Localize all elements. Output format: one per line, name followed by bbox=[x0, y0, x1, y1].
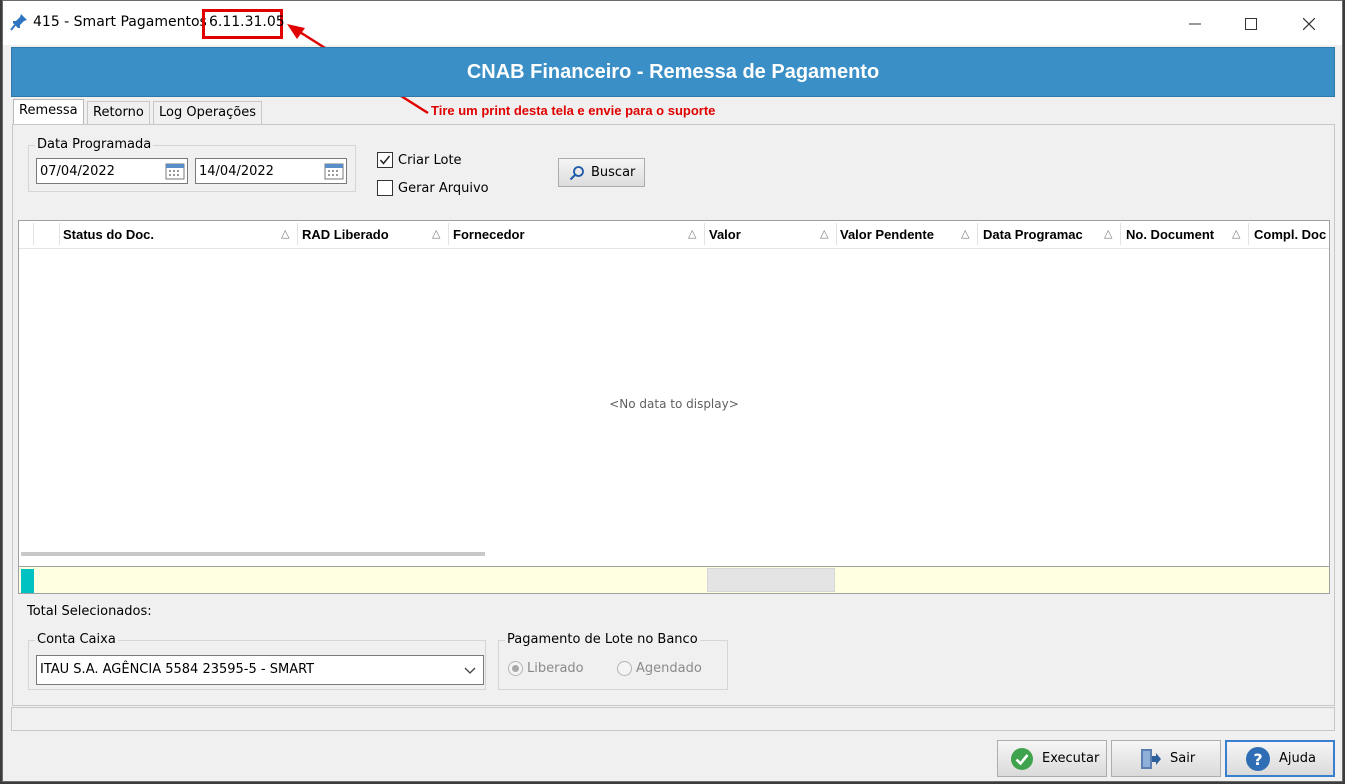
radio-liberado[interactable]: Liberado bbox=[508, 661, 584, 676]
exit-door-icon bbox=[1141, 748, 1161, 769]
buscar-label: Buscar bbox=[591, 165, 636, 180]
help-icon: ? bbox=[1246, 746, 1270, 771]
sort-icon: △ bbox=[432, 227, 441, 240]
footer-indicator bbox=[21, 569, 34, 593]
sort-icon: △ bbox=[1232, 227, 1241, 240]
radio-selected-icon bbox=[508, 661, 523, 676]
pin-icon bbox=[10, 14, 27, 31]
conta-caixa-label: Conta Caixa bbox=[35, 632, 118, 647]
executar-label: Executar bbox=[1042, 751, 1100, 766]
minimize-icon bbox=[1189, 23, 1201, 25]
date-to-value: 14/04/2022 bbox=[199, 164, 274, 179]
status-strip bbox=[11, 707, 1335, 731]
page-header-band: CNAB Financeiro - Remessa de Pagamento bbox=[11, 47, 1335, 97]
column-header-no-documento[interactable]: No. Document bbox=[1126, 227, 1226, 242]
pagamento-lote-label: Pagamento de Lote no Banco bbox=[505, 632, 700, 647]
footer-summary-cell bbox=[707, 568, 835, 592]
column-separator bbox=[1120, 223, 1121, 245]
column-separator bbox=[448, 223, 449, 245]
grid-footer-bar bbox=[18, 567, 1330, 594]
column-separator bbox=[977, 223, 978, 245]
ajuda-label: Ajuda bbox=[1279, 751, 1316, 766]
column-separator bbox=[836, 223, 837, 245]
column-header-rad-liberado[interactable]: RAD Liberado bbox=[302, 227, 432, 242]
maximize-icon bbox=[1245, 18, 1257, 30]
conta-caixa-select[interactable]: ITAU S.A. AGÊNCIA 5584 23595-5 - SMART bbox=[36, 655, 484, 685]
radio-agendado-label: Agendado bbox=[636, 661, 702, 676]
search-icon bbox=[569, 165, 584, 180]
grid-header: Status do Doc. △ RAD Liberado △ Forneced… bbox=[19, 221, 1329, 249]
page-title: CNAB Financeiro - Remessa de Pagamento bbox=[466, 60, 880, 83]
column-header-fornecedor[interactable]: Fornecedor bbox=[453, 227, 683, 242]
column-separator bbox=[33, 223, 34, 245]
buscar-button[interactable]: Buscar bbox=[558, 158, 645, 187]
data-programada-label: Data Programada bbox=[35, 137, 154, 152]
horizontal-scrollbar[interactable] bbox=[21, 552, 485, 556]
sort-icon: △ bbox=[1104, 227, 1113, 240]
conta-caixa-value: ITAU S.A. AGÊNCIA 5584 23595-5 - SMART bbox=[40, 662, 315, 677]
gerar-arquivo-label: Gerar Arquivo bbox=[398, 180, 489, 196]
date-to-field[interactable]: 14/04/2022 bbox=[195, 158, 347, 184]
tab-remessa[interactable]: Remessa bbox=[13, 99, 84, 125]
executar-button[interactable]: Executar bbox=[997, 740, 1107, 777]
tab-log-operacoes[interactable]: Log Operações bbox=[153, 101, 263, 124]
date-from-value: 07/04/2022 bbox=[40, 164, 115, 179]
calendar-icon[interactable] bbox=[165, 162, 185, 180]
criar-lote-checkbox[interactable]: Criar Lote bbox=[377, 152, 462, 168]
version-label: 6.11.31.05 bbox=[209, 14, 285, 30]
close-icon bbox=[1303, 18, 1315, 30]
radio-liberado-label: Liberado bbox=[527, 661, 584, 676]
grid-empty-message: <No data to display> bbox=[609, 397, 739, 411]
sort-icon: △ bbox=[820, 227, 829, 240]
sort-icon: △ bbox=[688, 227, 697, 240]
gerar-arquivo-checkbox[interactable]: Gerar Arquivo bbox=[377, 180, 489, 196]
calendar-icon[interactable] bbox=[324, 162, 344, 180]
total-selecionados-label: Total Selecionados: bbox=[27, 604, 152, 619]
date-from-field[interactable]: 07/04/2022 bbox=[36, 158, 188, 184]
remessa-panel: Data Programada 07/04/2022 14/04/2022 Cr… bbox=[12, 124, 1335, 706]
svg-text:?: ? bbox=[1253, 750, 1262, 769]
checkmark-circle-icon bbox=[1011, 747, 1033, 770]
criar-lote-label: Criar Lote bbox=[398, 152, 462, 168]
column-separator bbox=[704, 223, 705, 245]
tab-retorno[interactable]: Retorno bbox=[87, 101, 150, 124]
sair-button[interactable]: Sair bbox=[1111, 740, 1221, 777]
sort-icon: △ bbox=[281, 227, 290, 240]
column-separator bbox=[1248, 223, 1249, 245]
annotation-text: Tire um print desta tela e envie para o … bbox=[431, 103, 716, 118]
sort-icon: △ bbox=[961, 227, 970, 240]
close-button[interactable] bbox=[1289, 11, 1329, 37]
title-bar: 415 - Smart Pagamentos 6.11.31.05 bbox=[3, 1, 1342, 45]
column-header-compl-doc[interactable]: Compl. Doc bbox=[1254, 227, 1329, 242]
column-header-data-programada[interactable]: Data Programac bbox=[983, 227, 1099, 242]
checkbox-checked-icon bbox=[377, 152, 393, 168]
app-window: 415 - Smart Pagamentos 6.11.31.05 CNAB F… bbox=[2, 0, 1343, 782]
column-header-valor-pendente[interactable]: Valor Pendente bbox=[840, 227, 960, 242]
column-header-status[interactable]: Status do Doc. bbox=[63, 227, 283, 242]
window-title: 415 - Smart Pagamentos bbox=[33, 14, 207, 30]
remessa-grid[interactable]: Status do Doc. △ RAD Liberado △ Forneced… bbox=[18, 220, 1330, 567]
radio-agendado[interactable]: Agendado bbox=[617, 661, 702, 676]
minimize-button[interactable] bbox=[1175, 11, 1215, 37]
column-header-valor[interactable]: Valor bbox=[709, 227, 809, 242]
column-separator bbox=[297, 223, 298, 245]
sair-label: Sair bbox=[1170, 751, 1196, 766]
radio-unselected-icon bbox=[617, 661, 632, 676]
checkbox-unchecked-icon bbox=[377, 180, 393, 196]
chevron-down-icon bbox=[464, 667, 476, 674]
column-separator bbox=[59, 223, 60, 245]
maximize-button[interactable] bbox=[1231, 11, 1271, 37]
ajuda-button[interactable]: ? Ajuda bbox=[1225, 740, 1335, 777]
